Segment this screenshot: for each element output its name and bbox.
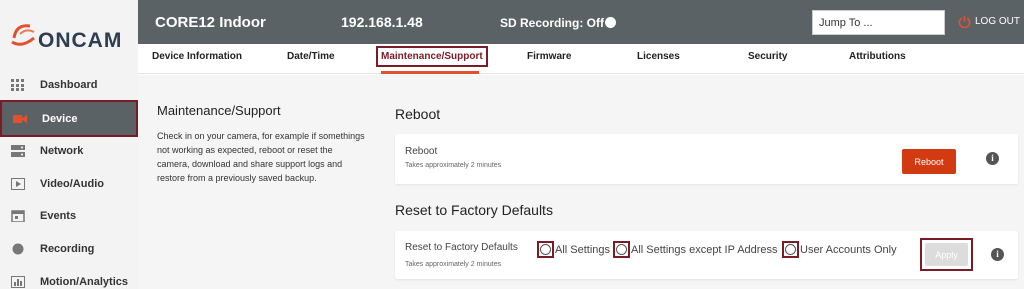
page-description: Check in on your camera, for example if … <box>157 131 365 183</box>
app-root: ONCAM Dashboard Device Network Video/Aud… <box>0 0 1024 289</box>
sidebar-item-label: Network <box>40 144 84 157</box>
device-ip: 192.168.1.48 <box>341 14 423 30</box>
reboot-section-title: Reboot <box>395 106 441 122</box>
sidebar-item-dashboard[interactable]: Dashboard <box>0 68 138 101</box>
tab-device-information[interactable]: Device Information <box>152 51 242 62</box>
top-bar: CORE12 Indoor 192.168.1.48 SD Recording:… <box>138 0 1024 44</box>
sidebar-item-label: Dashboard <box>40 78 98 91</box>
camera-icon <box>13 114 27 123</box>
record-icon <box>12 243 24 254</box>
tab-attributions[interactable]: Attributions <box>849 51 906 62</box>
option-label: User Accounts Only <box>800 243 897 256</box>
play-icon <box>11 177 25 190</box>
sidebar-item-motion-analytics[interactable]: Motion/Analytics <box>0 265 138 289</box>
power-icon <box>958 15 971 28</box>
sidebar-item-label: Device <box>42 112 78 125</box>
calendar-icon <box>11 209 25 222</box>
tab-security[interactable]: Security <box>748 51 787 62</box>
radio-all-settings[interactable] <box>537 241 554 258</box>
grid-icon <box>11 78 24 91</box>
sidebar-item-label: Motion/Analytics <box>40 275 129 288</box>
factory-reset-card-subtitle: Takes approximately 2 minutes <box>405 261 502 268</box>
sidebar-item-video-audio[interactable]: Video/Audio <box>0 167 138 200</box>
tab-firmware[interactable]: Firmware <box>527 51 571 62</box>
info-icon[interactable]: i <box>991 248 1004 261</box>
logout-label: LOG OUT <box>975 16 1021 27</box>
sidebar-item-network[interactable]: Network <box>0 134 138 167</box>
option-all-settings[interactable]: All Settings <box>537 241 610 258</box>
sidebar-item-label: Events <box>40 209 77 222</box>
tab-bar: Device Information Date/Time Maintenance… <box>138 44 1024 74</box>
jump-to-input[interactable]: Jump To ... <box>812 10 945 35</box>
logo-text: ONCAM <box>38 29 123 52</box>
radio-all-settings-except-ip[interactable] <box>613 241 630 258</box>
apply-button-highlight: Apply <box>920 238 973 271</box>
reboot-card: Reboot Takes approximately 2 minutes Reb… <box>395 134 1018 184</box>
sidebar-item-recording[interactable]: Recording <box>0 232 138 265</box>
reboot-card-subtitle: Takes approximately 2 minutes <box>405 162 502 169</box>
sidebar: ONCAM Dashboard Device Network Video/Aud… <box>0 0 138 289</box>
sidebar-item-label: Recording <box>40 242 95 255</box>
tab-licenses[interactable]: Licenses <box>637 51 680 62</box>
page-title: Maintenance/Support <box>157 103 281 118</box>
server-icon <box>11 144 25 157</box>
tab-date-time[interactable]: Date/Time <box>287 51 335 62</box>
factory-reset-card-title: Reset to Factory Defaults <box>405 242 518 253</box>
option-label: All Settings <box>555 243 611 256</box>
active-tab-indicator <box>381 71 479 74</box>
sd-status-dot-icon <box>605 17 616 28</box>
device-name: CORE12 Indoor <box>155 14 266 31</box>
sidebar-item-events[interactable]: Events <box>0 199 138 232</box>
logout-button[interactable]: LOG OUT <box>958 15 1020 28</box>
sd-recording-status: SD Recording: Off <box>500 16 604 30</box>
tab-maintenance-support[interactable]: Maintenance/Support <box>376 46 488 67</box>
main-content: Maintenance/Support Check in on your cam… <box>138 75 1024 289</box>
sidebar-item-device[interactable]: Device <box>0 100 138 137</box>
reboot-card-title: Reboot <box>405 146 438 157</box>
reboot-button[interactable]: Reboot <box>902 149 956 174</box>
chart-icon <box>11 275 25 288</box>
sidebar-item-label: Video/Audio <box>40 177 104 190</box>
info-icon[interactable]: i <box>986 152 999 165</box>
option-user-accounts-only[interactable]: User Accounts Only <box>782 241 897 258</box>
option-label: All Settings except IP Address <box>631 243 778 256</box>
apply-button[interactable]: Apply <box>925 243 968 266</box>
radio-user-accounts-only[interactable] <box>782 241 799 258</box>
factory-reset-section-title: Reset to Factory Defaults <box>395 202 553 218</box>
option-all-settings-except-ip[interactable]: All Settings except IP Address <box>613 241 778 258</box>
factory-reset-card: Reset to Factory Defaults Takes approxim… <box>395 231 1018 279</box>
